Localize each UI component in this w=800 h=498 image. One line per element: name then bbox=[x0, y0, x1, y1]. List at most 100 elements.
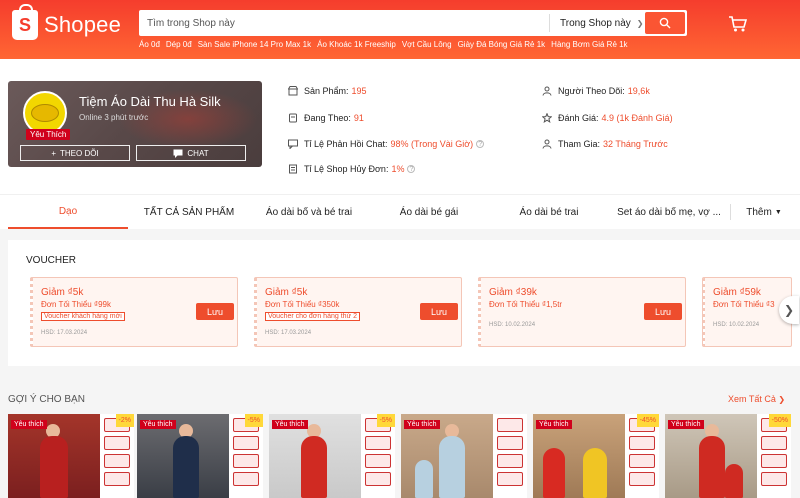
voucher-discount: Giảm ₫5k bbox=[41, 287, 84, 298]
suggest-title: GỢI Ý CHO BẠN bbox=[8, 394, 85, 405]
voucher-card: Giảm ₫39k Đơn Tối Thiểu ₫1,5tr HSD: 10.0… bbox=[478, 277, 686, 347]
discount-badge: -45% bbox=[636, 414, 659, 427]
voucher-condition: Voucher cho đơn hàng thứ 2 bbox=[265, 312, 361, 321]
discount-badge: -2% bbox=[115, 414, 134, 427]
search-button[interactable] bbox=[645, 12, 685, 34]
store-icon bbox=[288, 86, 298, 96]
voucher-min-order: Đơn Tối Thiểu ₫99k bbox=[41, 300, 111, 309]
tab-more-label: Thêm bbox=[746, 206, 772, 218]
child-figure bbox=[583, 448, 607, 498]
keyword-link[interactable]: Áo 0đ bbox=[139, 40, 160, 49]
shop-logo-icon bbox=[31, 104, 59, 122]
follow-button[interactable]: + THEO DÕI bbox=[20, 145, 130, 161]
save-voucher-button[interactable]: Lưu bbox=[420, 303, 458, 320]
search-bar: Trong Shop này ❯ bbox=[139, 10, 687, 36]
tab-family-set[interactable]: Set áo dài bố mẹ, vợ ... bbox=[610, 195, 728, 229]
shop-name: Tiệm Áo Dài Thu Hà Silk bbox=[79, 94, 221, 109]
voucher-expiry: HSD: 17.03.2024 bbox=[41, 330, 88, 336]
favorite-tag: Yêu thích bbox=[404, 420, 440, 429]
help-icon[interactable]: ? bbox=[476, 140, 485, 148]
chevron-down-icon: ❯ bbox=[636, 18, 644, 28]
discount-badge: -5% bbox=[244, 414, 263, 427]
see-all-label: Xem Tất Cả bbox=[728, 394, 776, 404]
follow-label: THEO DÕI bbox=[60, 148, 99, 158]
stat-joined: Tham Gia: 32 Tháng Trước bbox=[542, 139, 668, 149]
keyword-link[interactable]: Giày Đá Bóng Giá Rẻ 1k bbox=[458, 40, 546, 49]
model-figure bbox=[439, 436, 465, 498]
keyword-link[interactable]: Sàn Sale iPhone 14 Pro Max 1k bbox=[198, 40, 311, 49]
shopee-bag-icon: S bbox=[12, 4, 38, 40]
voucher-discount: Giảm ₫5k bbox=[265, 287, 308, 298]
stat-value: 1% bbox=[391, 164, 405, 174]
discount-badge: -50% bbox=[768, 414, 791, 427]
product-card[interactable]: Yêu thích -50% bbox=[665, 414, 791, 498]
model-figure bbox=[699, 436, 725, 498]
tab-father-son[interactable]: Áo dài bố và bé trai bbox=[250, 195, 368, 229]
voucher-expiry: HSD: 17.03.2024 bbox=[265, 330, 312, 336]
stat-products: Sản Phẩm: 195 bbox=[288, 86, 367, 96]
product-card[interactable]: Yêu thích -2% bbox=[8, 414, 134, 498]
top-header: S Shopee Trong Shop này ❯ Áo 0đ Dép 0đ S… bbox=[0, 0, 800, 59]
stat-value: 32 Tháng Trước bbox=[603, 139, 668, 149]
tab-girls[interactable]: Áo dài bé gái bbox=[370, 195, 488, 229]
favorite-tag: Yêu thích bbox=[272, 420, 308, 429]
product-side-banner bbox=[493, 414, 527, 498]
product-card[interactable]: Yêu thích -5% bbox=[137, 414, 263, 498]
chat-label: CHAT bbox=[187, 148, 209, 158]
voucher-expiry: HSD: 10.02.2024 bbox=[713, 322, 760, 328]
user-add-icon bbox=[289, 113, 297, 123]
voucher-condition: Voucher khách hàng mới bbox=[41, 312, 125, 321]
shop-tabs: Dạo TẤT CẢ SẢN PHẨM Áo dài bố và bé trai… bbox=[0, 194, 800, 229]
voucher-min-order: Đơn Tối Thiểu ₫3 bbox=[713, 300, 775, 309]
search-input[interactable] bbox=[139, 10, 549, 36]
plus-icon: + bbox=[51, 148, 56, 158]
chat-button[interactable]: CHAT bbox=[136, 145, 246, 161]
keyword-link[interactable]: Hàng Bơm Giá Rẻ 1k bbox=[551, 40, 627, 49]
save-voucher-button[interactable]: Lưu bbox=[644, 303, 682, 320]
voucher-discount: Giảm ₫59k bbox=[713, 287, 761, 298]
keyword-link[interactable]: Vợt Cầu Lông bbox=[402, 40, 452, 49]
voucher-expiry: HSD: 10.02.2024 bbox=[489, 322, 536, 328]
save-voucher-button[interactable]: Lưu bbox=[196, 303, 234, 320]
order-cancel-icon bbox=[289, 164, 297, 174]
chevron-right-icon: ❯ bbox=[783, 303, 795, 317]
stat-rating: Đánh Giá: 4.9 (1k Đánh Giá) bbox=[542, 113, 673, 123]
keyword-link[interactable]: Áo Khoác 1k Freeship bbox=[317, 40, 396, 49]
tab-more[interactable]: Thêm ▼ bbox=[736, 195, 792, 229]
tab-all-products[interactable]: TẤT CẢ SẢN PHẨM bbox=[130, 195, 248, 229]
voucher-card: Giảm ₫5k Đơn Tối Thiểu ₫99k Voucher khác… bbox=[30, 277, 238, 347]
stat-response: Tỉ Lệ Phản Hồi Chat: 98% (Trong Vài Giờ)… bbox=[288, 139, 485, 149]
stat-value: 195 bbox=[351, 86, 367, 96]
product-card[interactable]: Yêu thích bbox=[401, 414, 527, 498]
shop-online-status: Online 3 phút trước bbox=[79, 113, 149, 122]
cart-icon bbox=[729, 16, 748, 32]
stat-label: Sản Phẩm: bbox=[304, 86, 349, 96]
voucher-min-order: Đơn Tối Thiểu ₫350k bbox=[265, 300, 340, 309]
logo-text: Shopee bbox=[44, 12, 122, 37]
tab-explore[interactable]: Dạo bbox=[8, 195, 128, 229]
voucher-next-button[interactable]: ❯ bbox=[779, 296, 799, 324]
caret-down-icon: ▼ bbox=[774, 208, 782, 216]
help-icon[interactable]: ? bbox=[407, 165, 416, 173]
favorite-tag: Yêu thích bbox=[11, 420, 47, 429]
see-all-link[interactable]: Xem Tất Cả ❯ bbox=[728, 394, 785, 404]
shopee-logo[interactable]: S Shopee bbox=[12, 4, 122, 40]
product-card[interactable]: Yêu thích -45% bbox=[533, 414, 659, 498]
product-card[interactable]: Yêu thích -5% bbox=[269, 414, 395, 498]
stat-label: Tham Gia: bbox=[558, 139, 601, 149]
stat-label: Tỉ Lệ Phản Hồi Chat: bbox=[304, 139, 388, 149]
stat-label: Người Theo Dõi: bbox=[558, 86, 625, 96]
chevron-right-icon: ❯ bbox=[778, 395, 786, 404]
stat-label: Đang Theo: bbox=[304, 113, 351, 123]
keyword-link[interactable]: Dép 0đ bbox=[166, 40, 192, 49]
child-figure bbox=[725, 464, 743, 498]
stat-value: 4.9 (1k Đánh Giá) bbox=[601, 113, 673, 123]
search-scope-dropdown[interactable]: Trong Shop này ❯ bbox=[549, 14, 645, 32]
favorite-tag: Yêu thích bbox=[668, 420, 704, 429]
cart-button[interactable] bbox=[728, 15, 748, 38]
tab-boys[interactable]: Áo dài bé trai bbox=[490, 195, 608, 229]
voucher-discount: Giảm ₫39k bbox=[489, 287, 537, 298]
stat-value: 98% (Trong Vài Giờ) bbox=[390, 139, 474, 149]
voucher-min-order: Đơn Tối Thiểu ₫1,5tr bbox=[489, 300, 563, 309]
model-figure bbox=[301, 436, 327, 498]
